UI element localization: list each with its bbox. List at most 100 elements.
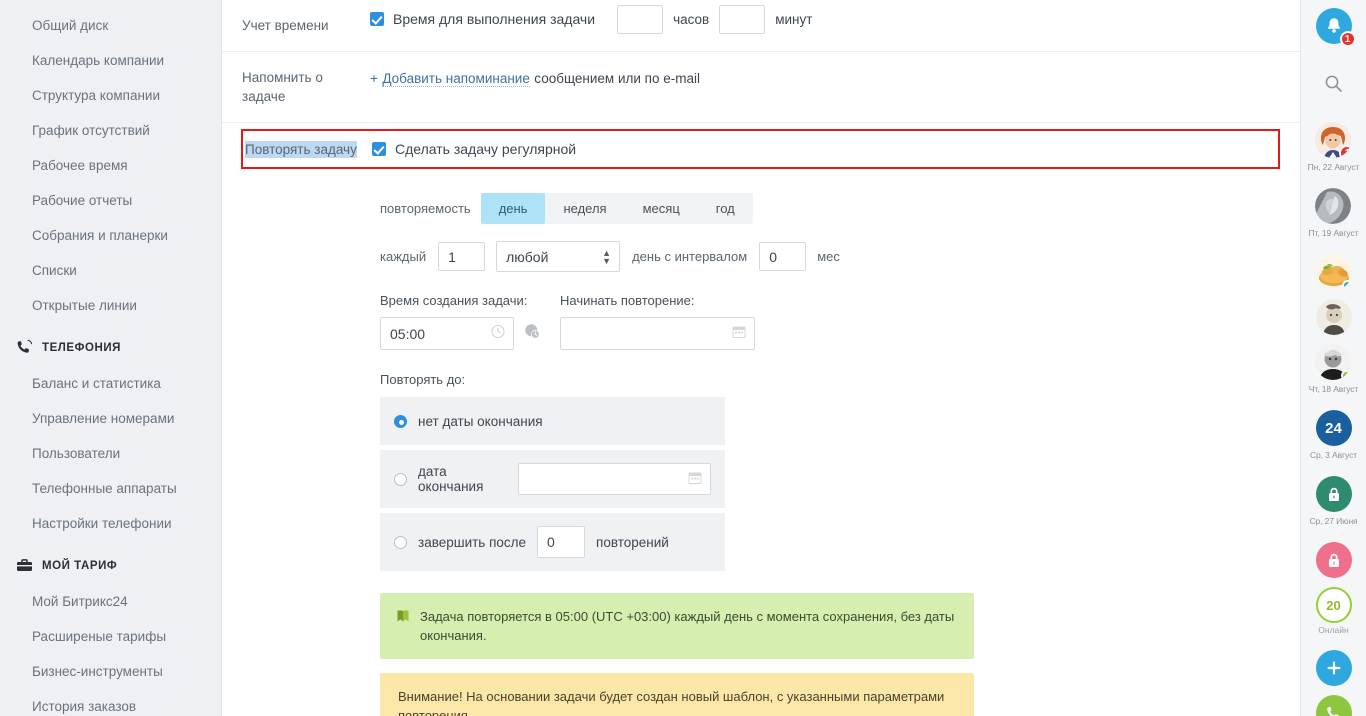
repeat-task-checkbox-label: Сделать задачу регулярной [395, 141, 576, 157]
call-button[interactable] [1316, 695, 1352, 716]
add-button[interactable] [1316, 650, 1352, 686]
time-tracking-checkbox[interactable] [370, 12, 384, 26]
avatar-man-dark[interactable] [1315, 344, 1351, 380]
end-date-input[interactable] [518, 463, 711, 495]
radio-end-date[interactable] [394, 473, 407, 486]
rb-search [1316, 65, 1352, 101]
tab-day[interactable]: день [481, 193, 546, 224]
briefcase-icon [16, 557, 33, 574]
sidebar-item-company-calendar[interactable]: Календарь компании [0, 43, 221, 78]
status-dot [1341, 370, 1351, 380]
recurrence-interval-line: каждый любойпонедельниквторниксредачетве… [380, 241, 1300, 272]
rb-avatar-4 [1316, 299, 1352, 335]
sidebar-item-working-time[interactable]: Рабочее время [0, 148, 221, 183]
sidebar-item-open-lines[interactable]: Открытые линии [0, 288, 221, 323]
task-form-main: Учет времени Время для выполнения задачи… [222, 0, 1300, 716]
reminder-suffix: сообщением или по e-mail [534, 71, 700, 86]
repeat-until-caption: Повторять до: [380, 372, 1300, 387]
repeat-count-input[interactable] [537, 526, 585, 558]
creation-time-input[interactable] [380, 317, 514, 350]
option-end-after[interactable]: завершить после повторений [380, 513, 725, 571]
sidebar-item-business-tools[interactable]: Бизнес-инструменты [0, 654, 221, 689]
rb-online-counter: 20 Онлайн [1316, 587, 1352, 635]
sidebar-item-company-structure[interactable]: Структура компании [0, 78, 221, 113]
interval-value-input[interactable] [759, 242, 806, 271]
start-repeat-input-wrap [560, 317, 755, 350]
sidebar-item-number-management[interactable]: Управление номерами [0, 401, 221, 436]
note-success-text: Задача повторяется в 05:00 (UTC +03:00) … [420, 607, 956, 645]
sidebar-group-telephony[interactable]: ТЕЛЕФОНИЯ [0, 323, 221, 366]
sidebar-item-my-bitrix24[interactable]: Мой Битрикс24 [0, 584, 221, 619]
sidebar-item-work-reports[interactable]: Рабочие отчеты [0, 183, 221, 218]
app-screen: Общий диск Календарь компании Структура … [0, 0, 1366, 716]
online-counter-icon[interactable]: 20 [1316, 587, 1352, 623]
rb-lock-green: Ср, 27 Июня [1309, 476, 1357, 533]
tab-month[interactable]: месяц [625, 193, 698, 224]
rb-avatar-1: 1 Пн, 22 Август [1308, 122, 1360, 179]
minutes-input[interactable] [719, 5, 765, 34]
globe-clock-icon[interactable] [524, 323, 541, 345]
bitrix24-badge-icon[interactable]: 24 [1316, 410, 1352, 446]
sidebar-item-order-history[interactable]: История заказов [0, 689, 221, 716]
sidebar-group-tariff[interactable]: МОЙ ТАРИФ [0, 541, 221, 584]
repeat-task-checkbox[interactable] [372, 142, 386, 156]
sidebar-item-telephony-settings[interactable]: Настройки телефонии [0, 506, 221, 541]
search-icon[interactable] [1316, 65, 1352, 101]
lock-icon-green[interactable] [1316, 476, 1352, 512]
time-tracking-checkbox-label: Время для выполнения задачи [393, 11, 595, 27]
row-time-tracking: Учет времени Время для выполнения задачи… [222, 0, 1300, 51]
avatar-statue-grey[interactable] [1315, 188, 1351, 224]
sidebar-item-phone-devices[interactable]: Телефонные аппараты [0, 471, 221, 506]
creation-time-input-wrap [380, 317, 514, 350]
sidebar-item-balance-stats[interactable]: Баланс и статистика [0, 366, 221, 401]
note-warning-text: Внимание! На основании задачи будет созд… [398, 687, 956, 716]
option-end-after-label: завершить после [418, 535, 526, 550]
add-reminder-link[interactable]: Добавить напоминание [382, 71, 530, 87]
tab-week[interactable]: неделя [545, 193, 624, 224]
sidebar-item-absence-chart[interactable]: График отсутствий [0, 113, 221, 148]
avatar-date-1: Пн, 22 Август [1308, 162, 1360, 172]
sidebar-item-users[interactable]: Пользователи [0, 436, 221, 471]
rb-call [1316, 695, 1352, 716]
start-repeat-input[interactable] [560, 317, 755, 350]
sidebar-item-meetings[interactable]: Собрания и планерки [0, 218, 221, 253]
weekday-select[interactable]: любойпонедельниквторниксредачетвергпятни… [496, 241, 620, 272]
hours-unit-label: часов [673, 12, 709, 27]
avatar-man-portrait[interactable] [1316, 299, 1352, 335]
notifications-bell-icon[interactable]: 1 [1316, 8, 1352, 44]
sidebar-item-obshchiy-disk[interactable]: Общий диск [0, 8, 221, 43]
option-no-end-date[interactable]: нет даты окончания [380, 397, 725, 445]
datetime-fields-line: Время создания задачи: [380, 293, 1300, 350]
creation-time-field: Время создания задачи: [380, 293, 541, 350]
radio-end-after[interactable] [394, 536, 407, 549]
avatar-woman-redhair[interactable]: 1 [1315, 122, 1351, 158]
interval-unit-label: мес [817, 249, 840, 264]
every-label: каждый [380, 249, 426, 264]
online-counter-label: 20 [1326, 598, 1340, 613]
rb-notifications: 1 [1316, 8, 1352, 44]
start-repeat-caption: Начинать повторение: [560, 293, 755, 308]
recurrence-label: повторяемость [380, 201, 471, 216]
every-value-input[interactable] [438, 242, 485, 271]
sidebar-item-extended-tariffs[interactable]: Расширеные тарифы [0, 619, 221, 654]
radio-no-end-date[interactable] [394, 415, 407, 428]
phone-icon [16, 339, 33, 356]
avatar-date-2: Пт, 19 Август [1309, 228, 1359, 238]
bitrix24-badge-label: 24 [1325, 420, 1342, 437]
lock-icon-pink[interactable] [1316, 542, 1352, 578]
row-repeat-task: Повторять задачу Сделать задачу регулярн… [222, 122, 1300, 173]
bitrix-badge-date: Ср, 3 Август [1310, 450, 1357, 460]
avatar-food-basket[interactable] [1316, 254, 1352, 290]
repeat-task-highlight-box: Повторять задачу Сделать задачу регулярн… [241, 129, 1280, 169]
notifications-badge: 1 [1340, 31, 1356, 47]
rb-bitrix-badge: 24 Ср, 3 Август [1310, 410, 1357, 467]
hours-input[interactable] [617, 5, 663, 34]
status-dot [1342, 280, 1352, 290]
reminder-label: Напомнить о задаче [222, 52, 370, 122]
note-warning: Внимание! На основании задачи будет созд… [380, 673, 974, 716]
tab-year[interactable]: год [698, 193, 753, 224]
recurrence-tabs-line: повторяемость день неделя месяц год [380, 193, 1300, 224]
note-success: Задача повторяется в 05:00 (UTC +03:00) … [380, 593, 974, 659]
option-end-date[interactable]: дата окончания [380, 450, 725, 508]
sidebar-item-lists[interactable]: Списки [0, 253, 221, 288]
